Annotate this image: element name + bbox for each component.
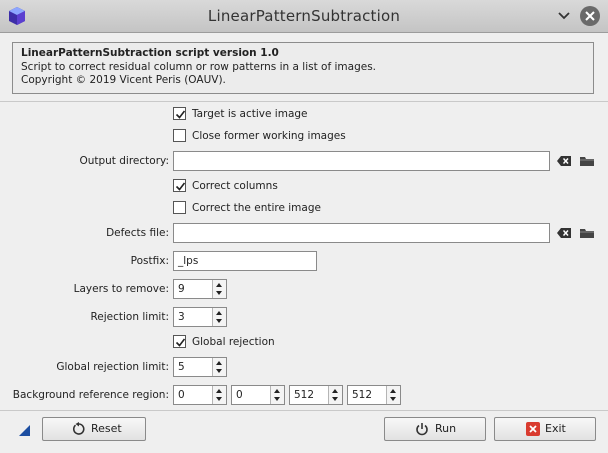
exit-button[interactable]: Exit (494, 417, 596, 441)
spin-arrows[interactable] (212, 386, 226, 404)
down-arrow-icon[interactable] (216, 291, 222, 295)
info-line: Copyright © 2019 Vicent Peris (OAUV). (21, 74, 226, 86)
resize-corner-icon[interactable] (19, 425, 30, 436)
bg-region-y1-spinbox[interactable]: 512 (347, 385, 401, 405)
reset-button-label: Reset (91, 422, 122, 435)
exit-button-label: Exit (545, 422, 566, 435)
output-dir-input[interactable] (173, 151, 550, 171)
global-limit-label: Global rejection limit: (56, 361, 169, 373)
up-arrow-icon[interactable] (274, 389, 280, 393)
info-heading: LinearPatternSubtraction script version … (21, 47, 279, 59)
divider (0, 101, 608, 102)
down-arrow-icon[interactable] (332, 397, 338, 401)
bg-region-x1-spinbox[interactable]: 512 (289, 385, 343, 405)
close-button[interactable] (580, 6, 600, 26)
spin-arrows[interactable] (212, 308, 226, 326)
correct-entire-checkbox[interactable] (173, 201, 186, 214)
spin-arrows[interactable] (328, 386, 342, 404)
clear-icon[interactable] (556, 225, 572, 241)
postfix-input[interactable]: _lps (173, 251, 317, 271)
bg-region-value: 512 (352, 389, 373, 401)
correct-columns-checkbox[interactable] (173, 179, 186, 192)
global-limit-spinbox[interactable]: 5 (173, 357, 227, 377)
check-icon (175, 110, 186, 119)
defects-file-input[interactable] (173, 223, 550, 243)
info-line: Script to correct residual column or row… (21, 60, 377, 73)
power-icon (416, 423, 428, 436)
folder-icon[interactable] (579, 225, 595, 241)
layers-spinbox[interactable]: 9 (173, 279, 227, 299)
bg-region-value: 512 (294, 389, 315, 401)
target-active-checkbox[interactable] (173, 107, 186, 120)
global-rejection-checkbox[interactable] (173, 335, 186, 348)
bg-region-label: Background reference region: (12, 389, 169, 401)
up-arrow-icon[interactable] (332, 389, 338, 393)
postfix-label: Postfix: (130, 255, 169, 267)
correct-columns-label: Correct columns (192, 180, 278, 192)
global-limit-value: 5 (178, 361, 185, 373)
bg-region-y0-spinbox[interactable]: 0 (231, 385, 285, 405)
down-arrow-icon[interactable] (216, 319, 222, 323)
bg-region-value: 0 (178, 389, 185, 401)
spin-arrows[interactable] (386, 386, 400, 404)
spin-arrows[interactable] (212, 280, 226, 298)
layers-value: 9 (178, 283, 185, 295)
layers-label: Layers to remove: (73, 283, 169, 295)
up-arrow-icon[interactable] (216, 311, 222, 315)
down-arrow-icon[interactable] (216, 397, 222, 401)
target-active-label: Target is active image (192, 108, 308, 120)
global-rejection-label: Global rejection (192, 336, 275, 348)
run-button[interactable]: Run (384, 417, 486, 441)
exit-icon (526, 422, 540, 436)
rejection-spinbox[interactable]: 3 (173, 307, 227, 327)
spin-arrows[interactable] (270, 386, 284, 404)
run-button-label: Run (435, 422, 457, 435)
check-icon (175, 338, 186, 347)
check-icon (175, 182, 186, 191)
rejection-value: 3 (178, 311, 185, 323)
reset-icon (72, 422, 85, 435)
down-arrow-icon[interactable] (216, 369, 222, 373)
bg-region-value: 0 (236, 389, 243, 401)
title-bar: LinearPatternSubtraction (0, 0, 608, 33)
clear-icon[interactable] (556, 153, 572, 169)
close-icon (585, 11, 595, 21)
close-former-checkbox[interactable] (173, 129, 186, 142)
spin-arrows[interactable] (212, 358, 226, 376)
up-arrow-icon[interactable] (216, 361, 222, 365)
rejection-label: Rejection limit: (90, 311, 169, 323)
up-arrow-icon[interactable] (390, 389, 396, 393)
defects-file-label: Defects file: (106, 227, 169, 239)
folder-icon[interactable] (579, 153, 595, 169)
up-arrow-icon[interactable] (216, 283, 222, 287)
minimize-icon[interactable] (557, 9, 571, 23)
divider (0, 410, 608, 411)
close-former-label: Close former working images (192, 130, 346, 142)
down-arrow-icon[interactable] (274, 397, 280, 401)
reset-button[interactable]: Reset (42, 417, 146, 441)
window-title: LinearPatternSubtraction (207, 7, 401, 25)
up-arrow-icon[interactable] (216, 389, 222, 393)
correct-entire-label: Correct the entire image (192, 202, 321, 214)
down-arrow-icon[interactable] (390, 397, 396, 401)
bg-region-x0-spinbox[interactable]: 0 (173, 385, 227, 405)
info-panel: LinearPatternSubtraction script version … (12, 42, 594, 94)
output-dir-label: Output directory: (79, 155, 169, 167)
